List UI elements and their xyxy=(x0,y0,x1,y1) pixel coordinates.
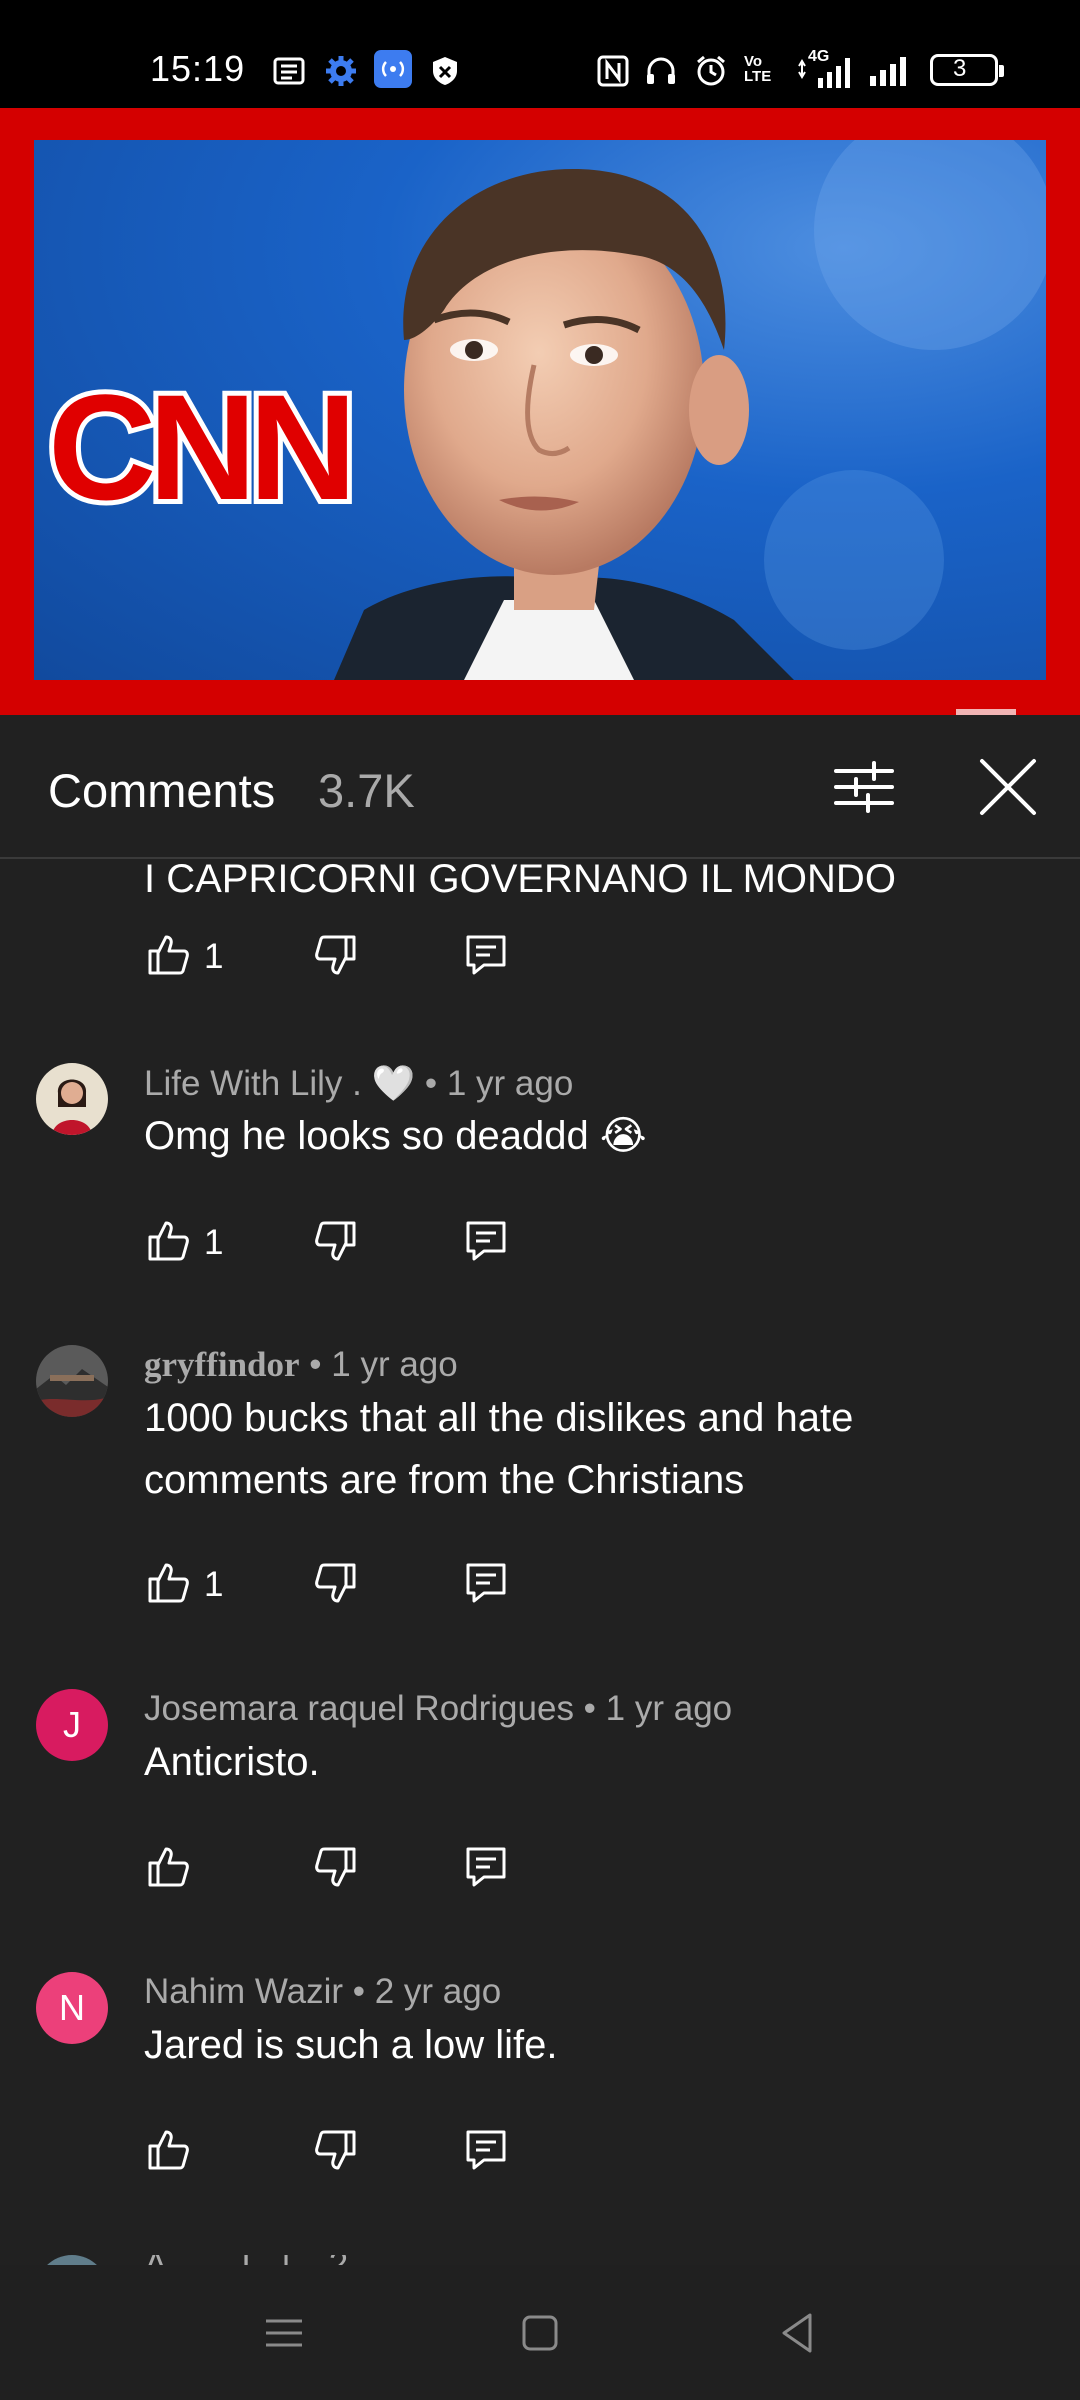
like-icon[interactable] xyxy=(144,1217,192,1265)
comment-meta: Josemara raquel Rodrigues • 1 yr ago xyxy=(144,1689,733,1728)
battery-icon: 3 xyxy=(930,54,1004,86)
gear-icon xyxy=(326,56,356,86)
comments-list[interactable]: I CAPRICORNI GOVERNANO IL MONDO 1 Life W… xyxy=(0,861,1080,2265)
status-bar: 15:19 Vo LTE 4G 3 xyxy=(0,0,1080,108)
close-icon[interactable] xyxy=(972,751,1044,823)
dislike-icon[interactable] xyxy=(312,931,360,979)
comment-time: 1 yr ago xyxy=(605,1689,733,1728)
reply-icon[interactable] xyxy=(462,1217,510,1265)
avatar[interactable]: N xyxy=(36,1972,108,2044)
battery-level: 3 xyxy=(953,55,967,82)
alarm-icon xyxy=(697,55,725,86)
reply-icon[interactable] xyxy=(462,1559,510,1607)
comment-item-partial: A... ...T...l... 2 xyxy=(0,2255,1080,2265)
comment-text: 1000 bucks that all the dislikes and hat… xyxy=(144,1396,854,1502)
like-icon[interactable] xyxy=(144,931,192,979)
status-time: 15:19 xyxy=(150,48,246,89)
menu-icon[interactable] xyxy=(256,2305,312,2361)
comment-meta: Life With Lily . 🤍 • 1 yr ago xyxy=(144,1064,574,1103)
like-icon[interactable] xyxy=(144,2126,192,2174)
video-player[interactable]: CNN xyxy=(0,108,1080,715)
comments-count: 3.7K xyxy=(318,764,415,817)
nfc-icon xyxy=(597,55,629,87)
back-icon[interactable] xyxy=(770,2305,826,2361)
avatar-letter: J xyxy=(63,1704,81,1745)
dislike-icon[interactable] xyxy=(312,1559,360,1607)
avatar[interactable] xyxy=(36,1063,108,1135)
navigation-bar xyxy=(0,2265,1080,2400)
signal-4g-icon: 4G xyxy=(796,48,866,88)
comment-time: 2 yr ago xyxy=(374,1972,502,2011)
video-frame: CNN xyxy=(34,140,1046,680)
like-count: 1 xyxy=(204,937,224,976)
like-count: 1 xyxy=(204,1565,224,1604)
comment-text-cut: I CAPRICORNI GOVERNANO IL MONDO xyxy=(144,861,896,901)
comment-time: 1 yr ago xyxy=(446,1064,574,1103)
comment-item: J Josemara raquel Rodrigues • 1 yr ago A… xyxy=(0,1689,1080,1929)
comment-author[interactable]: Josemara raquel Rodrigues xyxy=(144,1689,574,1728)
like-count: 1 xyxy=(204,1223,224,1262)
dislike-icon[interactable] xyxy=(312,2126,360,2174)
comment-time: 1 yr ago xyxy=(331,1345,458,1384)
reply-icon[interactable] xyxy=(462,931,510,979)
comment-item: N Nahim Wazir • 2 yr ago Jared is such a… xyxy=(0,1972,1080,2212)
headphones-icon xyxy=(647,57,675,84)
comment-author[interactable]: Nahim Wazir xyxy=(144,1972,343,2011)
filter-icon[interactable] xyxy=(828,751,900,823)
comment-text: Omg he looks so deaddd 😭 xyxy=(144,1114,647,1158)
comments-header: Comments 3.7K xyxy=(0,715,1080,859)
reply-icon[interactable] xyxy=(462,2126,510,2174)
avatar-letter: N xyxy=(59,1987,85,2028)
like-icon[interactable] xyxy=(144,1559,192,1607)
home-icon[interactable] xyxy=(512,2305,568,2361)
comment-meta: gryffindor • 1 yr ago xyxy=(144,1345,458,1384)
comment-author[interactable]: gryffindor xyxy=(144,1345,300,1384)
comment-author[interactable]: Life With Lily . 🤍 xyxy=(144,1064,415,1103)
reply-icon[interactable] xyxy=(462,1843,510,1891)
comment-meta: A... ...T...l... 2 xyxy=(144,2255,348,2265)
signal-icon xyxy=(870,57,906,86)
news-icon xyxy=(273,57,305,85)
shield-icon xyxy=(433,57,457,85)
comment-actions-partial: 1 xyxy=(0,931,1080,1011)
avatar[interactable] xyxy=(36,2255,108,2265)
cnn-logo: CNN xyxy=(43,363,362,531)
comment-meta: Nahim Wazir • 2 yr ago xyxy=(144,1972,502,2011)
volte-label: Vo LTE xyxy=(744,53,772,85)
hotspot-icon xyxy=(374,50,412,88)
comment-text: Jared is such a low life. xyxy=(144,2023,558,2067)
comment-item: gryffindor • 1 yr ago 1000 bucks that al… xyxy=(0,1345,1080,1645)
volte-icon: Vo LTE xyxy=(744,54,784,84)
avatar[interactable]: J xyxy=(36,1689,108,1761)
like-icon[interactable] xyxy=(144,1843,192,1891)
dislike-icon[interactable] xyxy=(312,1843,360,1891)
comments-title: Comments xyxy=(48,764,276,817)
comment-item: Life With Lily . 🤍 • 1 yr ago Omg he loo… xyxy=(0,1063,1080,1303)
dislike-icon[interactable] xyxy=(312,1217,360,1265)
avatar[interactable] xyxy=(36,1345,108,1417)
comment-text: Anticristo. xyxy=(144,1740,320,1784)
